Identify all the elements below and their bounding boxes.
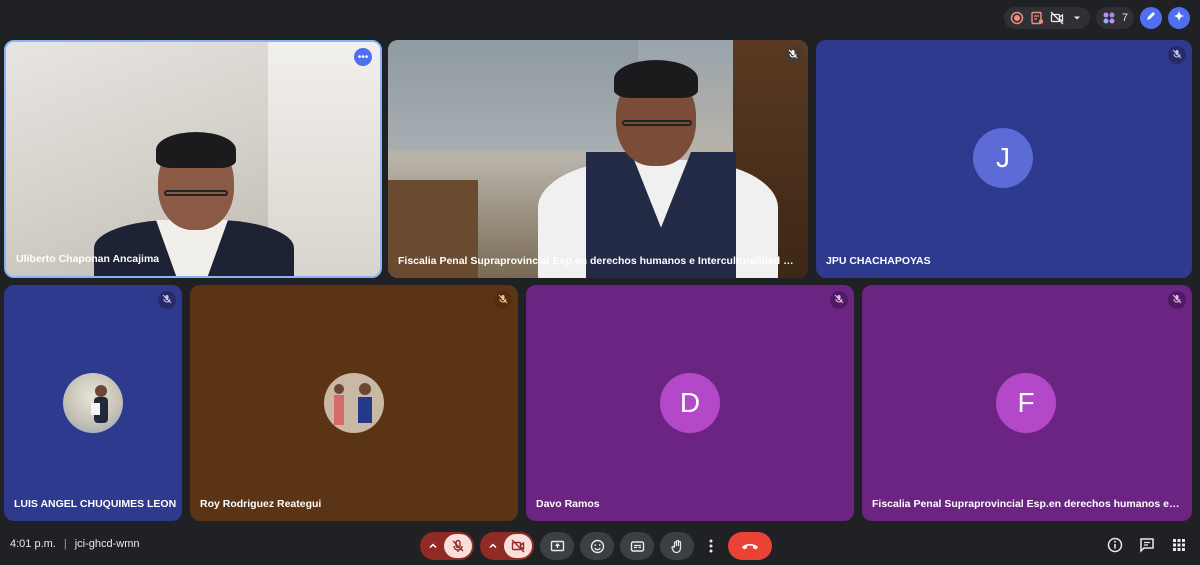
chevron-up-icon: [429, 543, 437, 549]
more-vert-icon: [709, 539, 713, 553]
mic-off-indicator: [1168, 46, 1186, 64]
more-options-button[interactable]: [700, 532, 722, 560]
reactions-button[interactable]: [580, 532, 614, 560]
apps-icon: [1173, 539, 1185, 551]
pencil-sparkle-icon: [1145, 9, 1157, 27]
participant-name: LUIS ANGEL CHUQUIMES LEON: [14, 498, 177, 510]
participants-pill[interactable]: 7: [1095, 7, 1134, 29]
leave-call-button[interactable]: [728, 532, 772, 560]
ai-notes-button[interactable]: [1140, 7, 1162, 29]
glasses: [622, 120, 692, 126]
video-options-button[interactable]: [482, 534, 504, 558]
mic-off-icon: [1172, 291, 1182, 309]
tile-options-button[interactable]: •••: [354, 48, 372, 66]
present-screen-icon: [550, 540, 564, 551]
person-hair: [614, 60, 698, 98]
meeting-info: 4:01 p.m. | jci-ghcd-wmn: [10, 538, 140, 550]
participant-name: Davo Ramos: [536, 498, 600, 510]
mic-off-icon: [788, 46, 798, 64]
mic-off-icon: [498, 291, 508, 309]
participant-tile[interactable]: D Davo Ramos: [526, 285, 854, 521]
participant-name: Roy Rodriguez Reategui: [200, 498, 322, 510]
raise-hand-button[interactable]: [660, 532, 694, 560]
participant-tile[interactable]: ••• Uliberto Chaponan Ancajima: [4, 40, 382, 278]
audio-options-button[interactable]: [422, 534, 444, 558]
participant-tile[interactable]: Fiscalia Penal Supraprovincial Esp.en de…: [388, 40, 808, 278]
mic-control: [420, 532, 474, 560]
present-button[interactable]: [540, 532, 574, 560]
profile-photo: [63, 373, 123, 433]
transcript-icon: [1030, 11, 1044, 25]
window: [388, 40, 638, 150]
avatar: F: [996, 373, 1056, 433]
camera-off-status-icon: [1050, 11, 1064, 25]
recording-status-pill[interactable]: [1003, 7, 1090, 29]
bottom-bar: 4:01 p.m. | jci-ghcd-wmn: [0, 525, 1200, 565]
videocam-off-icon: [511, 539, 525, 553]
mic-off-indicator: [784, 46, 802, 64]
gemini-button[interactable]: [1168, 7, 1190, 29]
hand-icon: [670, 539, 681, 553]
profile-photo: [324, 373, 384, 433]
more-horiz-icon: •••: [357, 51, 369, 63]
avatar: J: [973, 128, 1033, 188]
sparkle-icon: [1173, 9, 1185, 27]
call-controls: [420, 532, 772, 560]
captions-button[interactable]: [620, 532, 654, 560]
activities-button[interactable]: [1170, 536, 1188, 554]
mic-off-icon: [834, 291, 844, 309]
person-hair: [156, 132, 236, 168]
participant-tile[interactable]: Roy Rodriguez Reategui: [190, 285, 518, 521]
participant-tile[interactable]: LUIS ANGEL CHUQUIMES LEON: [4, 285, 182, 521]
info-icon: [1107, 537, 1123, 553]
mic-off-indicator: [830, 291, 848, 309]
camera-control: [480, 532, 534, 560]
call-end-icon: [742, 544, 758, 550]
top-controls: 7: [1003, 7, 1190, 29]
mic-off-icon: [162, 291, 172, 309]
mic-off-indicator: [158, 291, 176, 309]
current-time: 4:01 p.m.: [10, 538, 56, 550]
closed-captions-icon: [630, 540, 644, 552]
mic-off-icon: [1172, 46, 1182, 64]
avatar: D: [660, 373, 720, 433]
participant-count: 7: [1121, 12, 1128, 24]
meeting-code: jci-ghcd-wmn: [74, 538, 140, 550]
separator: |: [63, 538, 67, 550]
participant-name: JPU CHACHAPOYAS: [826, 255, 931, 267]
camera-toggle-button[interactable]: [504, 534, 532, 558]
participant-name: Fiscalia Penal Supraprovincial Esp.en de…: [398, 255, 798, 267]
participant-tile[interactable]: J JPU CHACHAPOYAS: [816, 40, 1192, 278]
participant-name: Fiscalia Penal Supraprovincial Esp.en de…: [872, 498, 1182, 510]
mic-off-indicator: [1168, 291, 1186, 309]
participant-tile[interactable]: F Fiscalia Penal Supraprovincial Esp.en …: [862, 285, 1192, 521]
chevron-up-icon: [489, 543, 497, 549]
mic-toggle-button[interactable]: [444, 534, 472, 558]
chevron-down-icon: [1070, 11, 1084, 25]
participants-icon: [1102, 11, 1116, 25]
participant-name: Uliberto Chaponan Ancajima: [16, 253, 160, 265]
meeting-details-button[interactable]: [1106, 536, 1124, 554]
chat-icon: [1140, 538, 1154, 553]
mic-off-icon: [452, 539, 464, 552]
record-icon: [1010, 11, 1024, 25]
emoji-icon: [590, 539, 604, 553]
chat-button[interactable]: [1138, 536, 1156, 554]
mic-off-indicator: [494, 291, 512, 309]
glasses: [164, 190, 228, 196]
side-panel-controls: [1106, 536, 1188, 554]
